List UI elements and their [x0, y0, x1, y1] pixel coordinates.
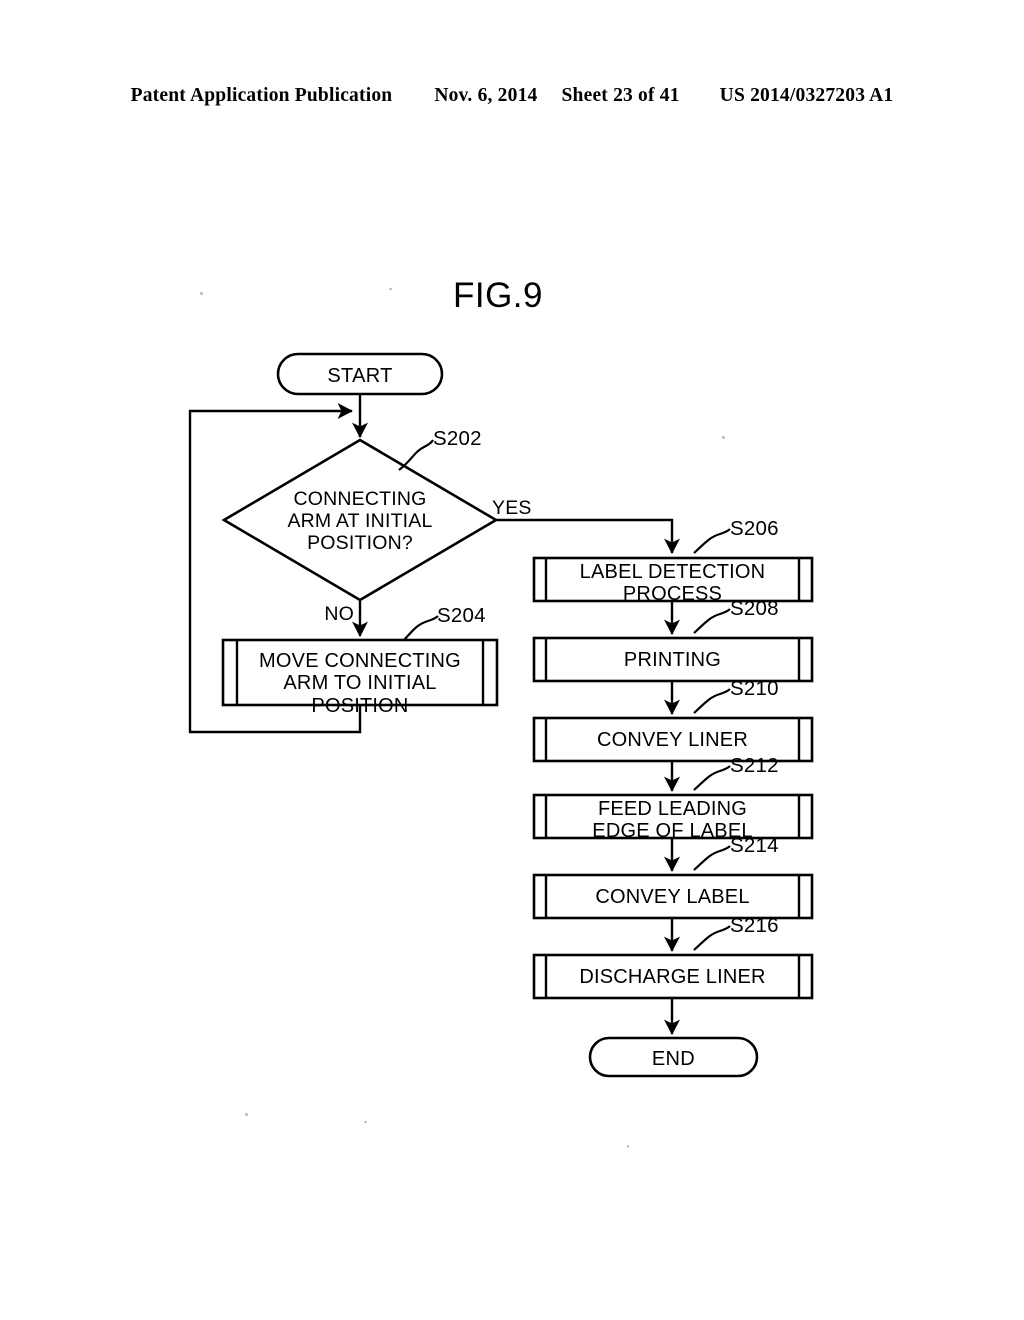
patent-drawing-page: Patent Application Publication Nov. 6, 2… — [0, 0, 1024, 1320]
s214-leader-line — [693, 845, 731, 871]
s202-leader-line — [398, 439, 434, 471]
s210-box-shape — [532, 716, 814, 763]
start-node-shape — [276, 352, 444, 396]
s214-box-shape — [532, 873, 814, 920]
s208-box-shape — [532, 636, 814, 683]
s208-leader-line — [693, 608, 731, 634]
s204-leader-line — [403, 615, 439, 641]
s206-leader-line — [693, 528, 731, 554]
s212-box-shape — [532, 793, 814, 840]
s216-leader-line — [693, 925, 731, 951]
s206-box-shape — [532, 556, 814, 603]
s212-leader-line — [693, 765, 731, 791]
s204-box-shape — [221, 638, 499, 707]
end-node-shape — [588, 1036, 759, 1078]
s210-leader-line — [693, 688, 731, 714]
edge-s202-yes — [496, 518, 680, 554]
flowchart-canvas — [188, 352, 814, 1078]
s216-box-shape — [532, 953, 814, 1000]
s202-decision-shape — [221, 438, 499, 602]
